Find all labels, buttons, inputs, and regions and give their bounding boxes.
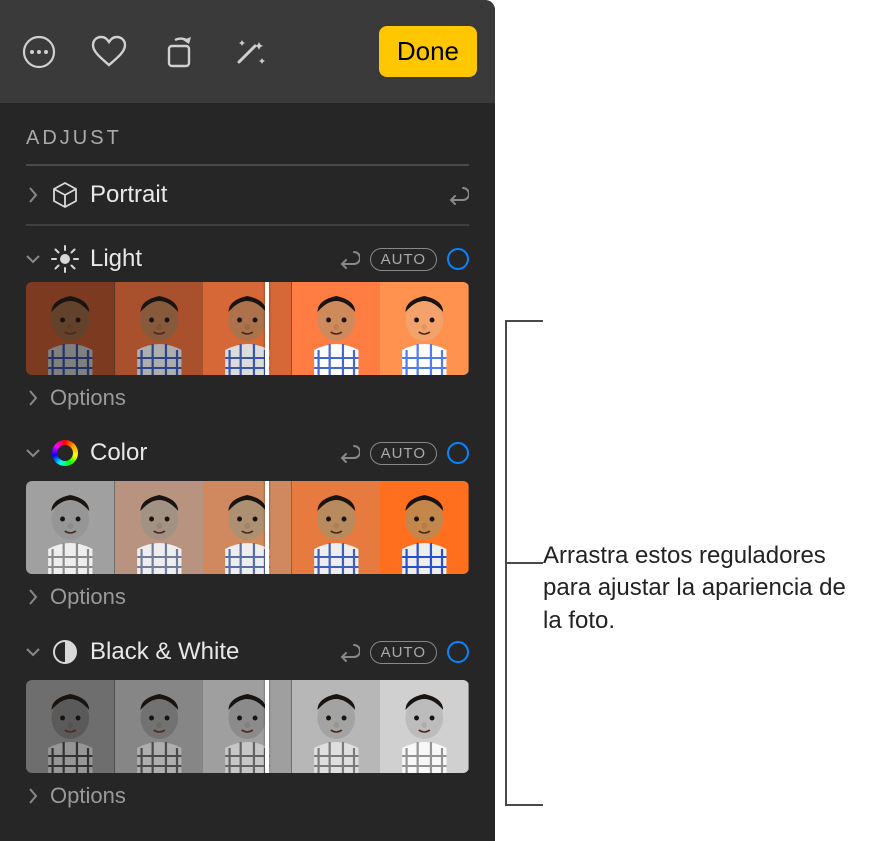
enable-toggle[interactable] bbox=[447, 442, 469, 464]
bw-row[interactable]: Black & White AUTO bbox=[26, 624, 469, 680]
chevron-right-icon bbox=[26, 589, 40, 605]
chevron-right-icon bbox=[26, 390, 40, 406]
slider-thumb bbox=[292, 680, 381, 773]
adjust-content: ADJUST Portrait Light bbox=[0, 103, 495, 809]
callout-tick bbox=[505, 562, 543, 564]
color-row[interactable]: Color AUTO bbox=[26, 425, 469, 481]
slider-thumb bbox=[203, 680, 292, 773]
more-icon[interactable] bbox=[18, 31, 60, 73]
chevron-down-icon bbox=[26, 647, 40, 657]
color-slider[interactable] bbox=[26, 481, 469, 574]
auto-button[interactable]: AUTO bbox=[370, 442, 437, 465]
undo-icon[interactable] bbox=[447, 184, 469, 206]
bw-options[interactable]: Options bbox=[26, 777, 469, 809]
light-slider[interactable] bbox=[26, 282, 469, 375]
light-options[interactable]: Options bbox=[26, 379, 469, 425]
portrait-row[interactable]: Portrait bbox=[26, 166, 469, 226]
brightness-icon bbox=[50, 244, 80, 274]
callout-tick bbox=[505, 320, 543, 322]
auto-button[interactable]: AUTO bbox=[370, 248, 437, 271]
auto-button[interactable]: AUTO bbox=[370, 641, 437, 664]
bw-slider[interactable] bbox=[26, 680, 469, 773]
slider-thumb bbox=[115, 680, 204, 773]
slider-thumb bbox=[26, 282, 115, 375]
slider-thumb bbox=[203, 481, 292, 574]
chevron-right-icon bbox=[26, 788, 40, 804]
light-label: Light bbox=[90, 245, 328, 273]
slider-thumb bbox=[26, 481, 115, 574]
slider-thumb bbox=[115, 282, 204, 375]
chevron-right-icon bbox=[26, 187, 40, 203]
slider-handle[interactable] bbox=[265, 481, 269, 574]
enable-toggle[interactable] bbox=[447, 248, 469, 270]
color-icon bbox=[50, 438, 80, 468]
slider-thumb bbox=[115, 481, 204, 574]
slider-thumb bbox=[292, 282, 381, 375]
callout-text: Arrastra estos reguladores para ajustar … bbox=[543, 540, 863, 637]
options-label: Options bbox=[50, 584, 126, 610]
color-options[interactable]: Options bbox=[26, 578, 469, 624]
toolbar: Done bbox=[0, 0, 495, 103]
slider-handle[interactable] bbox=[265, 282, 269, 375]
contrast-icon bbox=[50, 637, 80, 667]
chevron-down-icon bbox=[26, 448, 40, 458]
slider-thumb bbox=[26, 680, 115, 773]
cube-icon bbox=[50, 180, 80, 210]
slider-thumb bbox=[203, 282, 292, 375]
adjust-panel: Done ADJUST Portrait bbox=[0, 0, 495, 841]
bw-label: Black & White bbox=[90, 638, 328, 666]
favorite-icon[interactable] bbox=[88, 31, 130, 73]
slider-thumb bbox=[380, 481, 469, 574]
light-row[interactable]: Light AUTO bbox=[26, 226, 469, 282]
options-label: Options bbox=[50, 783, 126, 809]
undo-icon[interactable] bbox=[338, 641, 360, 663]
slider-thumb bbox=[380, 680, 469, 773]
enable-toggle[interactable] bbox=[447, 641, 469, 663]
section-title: ADJUST bbox=[26, 127, 469, 166]
callout-tick bbox=[505, 804, 543, 806]
slider-handle[interactable] bbox=[265, 680, 269, 773]
undo-icon[interactable] bbox=[338, 442, 360, 464]
undo-icon[interactable] bbox=[338, 248, 360, 270]
enhance-icon[interactable] bbox=[228, 31, 270, 73]
options-label: Options bbox=[50, 385, 126, 411]
color-label: Color bbox=[90, 439, 328, 467]
chevron-down-icon bbox=[26, 254, 40, 264]
done-button[interactable]: Done bbox=[379, 26, 477, 77]
rotate-icon[interactable] bbox=[158, 31, 200, 73]
portrait-label: Portrait bbox=[90, 181, 437, 209]
slider-thumb bbox=[380, 282, 469, 375]
slider-thumb bbox=[292, 481, 381, 574]
